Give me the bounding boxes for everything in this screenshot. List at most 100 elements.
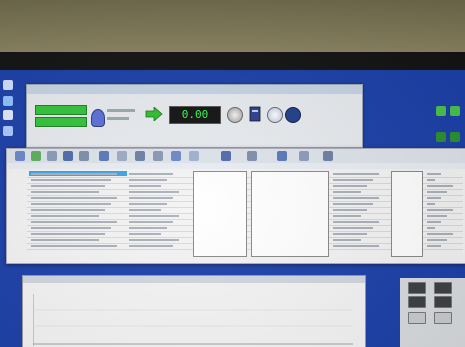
- table-cell: [129, 185, 161, 187]
- grid-column-box: [391, 171, 423, 257]
- table-cell: [333, 233, 367, 235]
- control-window: 0.00: [26, 84, 363, 148]
- toolbar-icon[interactable]: [153, 151, 163, 161]
- column-header-row: [7, 163, 465, 169]
- desktop-icon[interactable]: [3, 96, 13, 106]
- table-cell: [333, 173, 379, 175]
- table-cell: [129, 233, 161, 235]
- monitor-screen: 0.00: [0, 70, 465, 347]
- side-control-panel: [400, 278, 465, 347]
- toolbar-icon[interactable]: [99, 151, 109, 161]
- table-cell: [31, 221, 117, 223]
- table-cell: [31, 227, 111, 229]
- toolbar-icon[interactable]: [189, 151, 199, 161]
- table-cell: [31, 173, 117, 175]
- table-cell: [427, 239, 447, 241]
- table-cell: [31, 215, 99, 217]
- spreadsheet-toolbar: [7, 149, 465, 164]
- toolbar-icon[interactable]: [63, 151, 73, 161]
- toolbar-icon[interactable]: [221, 151, 231, 161]
- flask-icon: [91, 109, 105, 127]
- panel-button[interactable]: [434, 312, 452, 324]
- power-icon[interactable]: [285, 107, 301, 123]
- table-cell: [333, 197, 379, 199]
- table-cell: [129, 227, 167, 229]
- table-cell: [427, 221, 441, 223]
- table-cell: [129, 197, 173, 199]
- status-indicator: [35, 117, 87, 127]
- toolbar-icon[interactable]: [31, 151, 41, 161]
- table-cell: [129, 191, 179, 193]
- table-cell: [129, 203, 167, 205]
- table-cell: [427, 215, 447, 217]
- panel-button[interactable]: [434, 296, 452, 308]
- table-cell: [333, 215, 361, 217]
- table-cell: [31, 197, 117, 199]
- control-window-titlebar: [27, 85, 362, 94]
- toolbar-icon[interactable]: [299, 151, 309, 161]
- grid-column-box: [251, 171, 329, 257]
- table-cell: [427, 203, 435, 205]
- table-cell: [427, 179, 435, 181]
- desktop-icon[interactable]: [436, 106, 446, 116]
- toolbar-icon[interactable]: [15, 151, 25, 161]
- table-cell: [333, 221, 379, 223]
- table-cell: [129, 209, 161, 211]
- panel-button[interactable]: [408, 296, 426, 308]
- toolbar-icon[interactable]: [117, 151, 127, 161]
- panel-button[interactable]: [408, 282, 426, 294]
- table-cell: [333, 203, 373, 205]
- graph-window-titlebar: [23, 276, 365, 283]
- document-icon[interactable]: [249, 106, 261, 122]
- table-cell: [129, 221, 173, 223]
- toolbar-icon[interactable]: [277, 151, 287, 161]
- table-cell: [129, 215, 179, 217]
- toolbar-icon[interactable]: [247, 151, 257, 161]
- table-cell: [427, 227, 435, 229]
- desktop-icon[interactable]: [3, 126, 13, 136]
- toolbar-icon[interactable]: [79, 151, 89, 161]
- panel-button[interactable]: [408, 312, 426, 324]
- table-cell: [31, 191, 99, 193]
- table-cell: [333, 191, 361, 193]
- table-cell: [427, 245, 441, 247]
- table-cell: [129, 239, 179, 241]
- table-cell: [427, 185, 453, 187]
- flask-info-line: [107, 109, 135, 112]
- table-cell: [31, 185, 105, 187]
- table-cell: [31, 179, 111, 181]
- table-cell: [31, 245, 117, 247]
- spreadsheet-window: [6, 148, 465, 264]
- table-cell: [31, 239, 99, 241]
- table-cell: [333, 185, 367, 187]
- toolbar-icon[interactable]: [171, 151, 181, 161]
- refresh-icon[interactable]: [267, 107, 283, 123]
- flask-info-line: [107, 117, 129, 120]
- desktop-icon[interactable]: [450, 106, 460, 116]
- table-cell: [129, 173, 173, 175]
- toolbar-icon[interactable]: [135, 151, 145, 161]
- table-cell: [427, 209, 453, 211]
- table-cell: [31, 209, 105, 211]
- grid-column-box: [193, 171, 247, 257]
- arrow-right-icon[interactable]: [145, 107, 163, 121]
- desktop-icon[interactable]: [436, 132, 446, 142]
- status-indicator: [35, 105, 87, 115]
- graph-area: [33, 294, 353, 346]
- table-cell: [129, 245, 173, 247]
- graph-window: [22, 275, 366, 347]
- table-cell: [31, 233, 105, 235]
- desktop-icon[interactable]: [450, 132, 460, 142]
- desktop-icon[interactable]: [3, 110, 13, 120]
- table-cell: [333, 209, 367, 211]
- toolbar-icon[interactable]: [47, 151, 57, 161]
- value-display: 0.00: [169, 106, 221, 124]
- panel-button[interactable]: [434, 282, 452, 294]
- desktop-icon[interactable]: [3, 80, 13, 90]
- table-cell: [427, 191, 447, 193]
- background-wall: [0, 0, 465, 60]
- table-cell: [333, 245, 379, 247]
- toolbar-icon[interactable]: [323, 151, 333, 161]
- table-cell: [333, 239, 361, 241]
- dial-icon[interactable]: [227, 107, 243, 123]
